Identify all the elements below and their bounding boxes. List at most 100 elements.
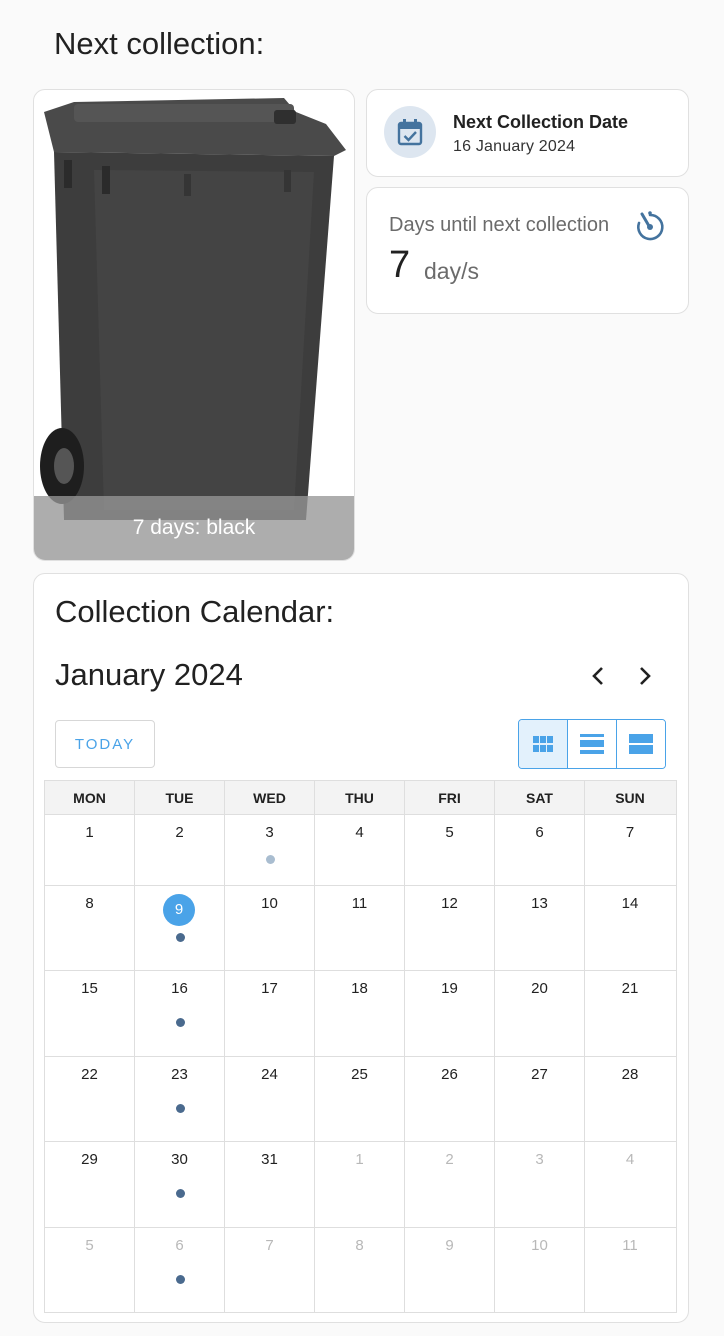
- calendar-day-cell[interactable]: 4: [315, 815, 405, 885]
- days-until-card[interactable]: Days until next collection 7 day/s: [366, 187, 689, 314]
- calendar-day-cell[interactable]: 31: [225, 1142, 315, 1227]
- day-number: 31: [261, 1151, 278, 1168]
- calendar-day-cell[interactable]: 10: [495, 1228, 585, 1313]
- calendar-week-row: 1 2 3 4 5 6 7: [45, 815, 676, 886]
- day-number: 2: [445, 1151, 454, 1168]
- day-number: 13: [531, 895, 548, 912]
- calendar-day-cell[interactable]: 16: [135, 971, 225, 1056]
- day-number: 5: [445, 824, 454, 841]
- weekday-header-fri: FRI: [405, 781, 495, 814]
- day-number: 8: [85, 895, 94, 912]
- day-number: 25: [351, 1066, 368, 1083]
- calendar-day-cell[interactable]: 5: [405, 815, 495, 885]
- calendar-day-cell[interactable]: 29: [45, 1142, 135, 1227]
- day-number: 28: [621, 1066, 639, 1083]
- collection-event-dot[interactable]: [176, 1189, 185, 1198]
- calendar-day-cell[interactable]: 12: [405, 886, 495, 970]
- calendar-day-cell[interactable]: 4: [585, 1142, 675, 1227]
- day-number: 8: [355, 1237, 364, 1254]
- calendar-day-cell[interactable]: 3: [495, 1142, 585, 1227]
- calendar-day-cell[interactable]: 1: [315, 1142, 405, 1227]
- collection-event-dot[interactable]: [176, 1275, 185, 1284]
- next-collection-date-card[interactable]: Next Collection Date 16 January 2024: [366, 89, 689, 177]
- view-switcher: [518, 719, 666, 769]
- today-day-number: 9: [163, 894, 195, 926]
- calendar-week-row: 22 23 24 25 26 27 28: [45, 1057, 676, 1142]
- day-number: 6: [175, 1237, 184, 1254]
- day-number: 12: [441, 895, 458, 912]
- calendar-day-cell[interactable]: 2: [405, 1142, 495, 1227]
- calendar-day-cell[interactable]: 6: [495, 815, 585, 885]
- weekday-header-thu: THU: [315, 781, 405, 814]
- chevron-right-icon: [640, 667, 651, 685]
- calendar-day-cell[interactable]: 28: [585, 1057, 675, 1141]
- calendar-day-cell[interactable]: 11: [585, 1228, 675, 1313]
- week-view-button[interactable]: [568, 720, 617, 768]
- day-number: 7: [625, 824, 635, 841]
- calendar-day-cell[interactable]: 11: [315, 886, 405, 970]
- calendar-day-cell[interactable]: 21: [585, 971, 675, 1056]
- day-number: 6: [535, 824, 544, 841]
- month-view-button[interactable]: [519, 720, 568, 768]
- calendar-title: Collection Calendar:: [55, 594, 335, 629]
- weekday-header-row: MON TUE WED THU FRI SAT SUN: [45, 781, 676, 815]
- next-collection-date-title: Next Collection Date: [453, 112, 629, 132]
- chevron-left-icon: [592, 667, 603, 685]
- calendar-day-cell[interactable]: 8: [45, 886, 135, 970]
- day-number: 18: [351, 980, 368, 997]
- calendar-week-row: 5 6 7 8 9 10 11: [45, 1228, 676, 1313]
- day-number: 14: [621, 895, 639, 912]
- calendar-day-cell[interactable]: 2: [135, 815, 225, 885]
- page-title: Next collection:: [54, 26, 265, 61]
- day-number: 23: [171, 1066, 188, 1083]
- calendar-day-cell[interactable]: 24: [225, 1057, 315, 1141]
- calendar-day-cell[interactable]: 3: [225, 815, 315, 885]
- collection-event-dot[interactable]: [176, 1104, 185, 1113]
- calendar-day-cell[interactable]: 27: [495, 1057, 585, 1141]
- weekday-header-sun: SUN: [615, 789, 645, 806]
- calendar-day-cell[interactable]: 13: [495, 886, 585, 970]
- weekday-header-sat: SAT: [495, 781, 585, 814]
- weekday-header-tue: TUE: [135, 781, 225, 814]
- calendar-day-cell[interactable]: 23: [135, 1057, 225, 1141]
- calendar-day-cell[interactable]: 7: [225, 1228, 315, 1313]
- calendar-day-cell[interactable]: 1: [45, 815, 135, 885]
- calendar-day-cell[interactable]: 30: [135, 1142, 225, 1227]
- calendar-day-cell[interactable]: 25: [315, 1057, 405, 1141]
- calendar-day-cell[interactable]: 26: [405, 1057, 495, 1141]
- calendar-day-cell[interactable]: 20: [495, 971, 585, 1056]
- next-month-button[interactable]: [630, 661, 660, 691]
- days-until-label: Days until next collection: [389, 214, 610, 236]
- day-number: 1: [85, 824, 94, 841]
- calendar-day-cell[interactable]: 17: [225, 971, 315, 1056]
- bin-card[interactable]: 7 days: black: [33, 89, 355, 561]
- day-number: 7: [265, 1237, 274, 1254]
- days-until-unit: day/s: [424, 258, 479, 284]
- collection-event-dot[interactable]: [266, 855, 275, 864]
- calendar-day-cell[interactable]: 19: [405, 971, 495, 1056]
- day-view-button[interactable]: [617, 720, 665, 768]
- calendar-day-cell[interactable]: 9: [135, 886, 225, 970]
- week-view-icon: [580, 734, 604, 754]
- calendar-day-cell[interactable]: 6: [135, 1228, 225, 1313]
- calendar-day-cell[interactable]: 8: [315, 1228, 405, 1313]
- calendar-day-cell[interactable]: 5: [45, 1228, 135, 1313]
- prev-month-button[interactable]: [583, 661, 613, 691]
- calendar-day-cell[interactable]: 18: [315, 971, 405, 1056]
- calendar-day-cell[interactable]: 7: [585, 815, 675, 885]
- day-number: 4: [355, 824, 364, 841]
- calendar-day-cell[interactable]: 22: [45, 1057, 135, 1141]
- day-number: 11: [622, 1237, 638, 1254]
- calendar-day-cell[interactable]: 15: [45, 971, 135, 1056]
- collection-event-dot[interactable]: [176, 1018, 185, 1027]
- calendar-day-cell[interactable]: 10: [225, 886, 315, 970]
- calendar-week-row: 15 16 17 18 19 20 21: [45, 971, 676, 1057]
- day-number: 3: [535, 1151, 544, 1168]
- wheelie-bin-image: [40, 98, 346, 520]
- calendar-day-cell[interactable]: 14: [585, 886, 675, 970]
- calendar-month-title: January 2024: [55, 657, 243, 692]
- collection-event-dot[interactable]: [176, 933, 185, 942]
- calendar-day-cell[interactable]: 9: [405, 1228, 495, 1313]
- day-number: 11: [351, 895, 368, 912]
- today-button[interactable]: TODAY: [55, 720, 155, 768]
